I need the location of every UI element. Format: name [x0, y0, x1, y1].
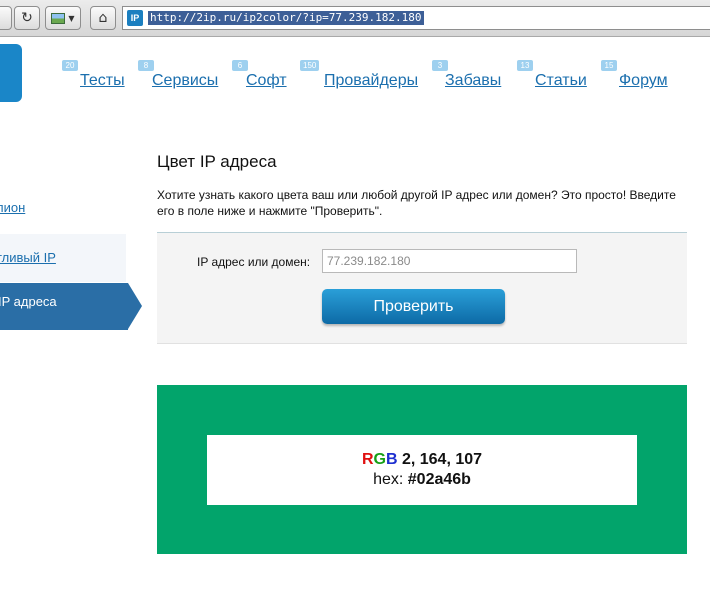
intro-text: Хотите узнать какого цвета ваш или любой… [157, 188, 676, 218]
site-favicon-icon: IP [127, 10, 143, 26]
hex-line: hex: #02a46b [373, 470, 471, 490]
nav-link-articles[interactable]: Статьи [535, 72, 587, 90]
nav-link-software[interactable]: Софт [246, 72, 287, 90]
rgb-r-letter: R [361, 451, 374, 468]
home-icon: ⌂ [98, 10, 108, 26]
nav-link-tests[interactable]: Тесты [80, 72, 125, 90]
nav-count-badge: 13 [517, 60, 533, 71]
ip-field-label: IP адрес или домен: [197, 255, 311, 269]
ip-color-swatch: RGB 2, 164, 107 hex: #02a46b [157, 385, 687, 554]
nav-link-services[interactable]: Сервисы [152, 72, 218, 90]
rgb-line: RGB 2, 164, 107 [362, 450, 482, 470]
reload-button[interactable]: ↻ [14, 6, 40, 30]
rgb-b-letter: B [385, 451, 398, 468]
nav-count-badge: 150 [300, 60, 320, 71]
nav-count-badge: 20 [62, 60, 78, 71]
nav-count-badge: 15 [601, 60, 617, 71]
image-icon [51, 12, 66, 24]
rgb-g-letter: G [373, 451, 386, 468]
hex-value: #02a46b [407, 471, 471, 488]
nav-count-badge: 6 [232, 60, 248, 71]
home-button[interactable]: ⌂ [90, 6, 116, 30]
hex-label: hex: [373, 471, 404, 488]
nav-link-forum[interactable]: Форум [619, 72, 668, 90]
page-title: Цвет IP адреса [157, 152, 277, 171]
sidebar-item-location[interactable]: лион [0, 200, 25, 215]
sidebar-item-label: IP адреса [0, 294, 57, 309]
rgb-value: 2, 164, 107 [401, 451, 483, 468]
result-panel: RGB 2, 164, 107 hex: #02a46b [207, 435, 637, 505]
back-button[interactable] [0, 6, 12, 30]
nav-count-badge: 3 [432, 60, 448, 71]
nav-link-fun[interactable]: Забавы [445, 72, 501, 90]
nav-count-badge: 8 [138, 60, 154, 71]
chevron-down-icon: ▼ [68, 13, 75, 23]
url-text[interactable]: http://2ip.ru/ip2color/?ip=77.239.182.18… [148, 11, 424, 25]
reload-icon: ↻ [21, 10, 33, 26]
browser-toolbar: ↻ ▼ ⌂ IP http://2ip.ru/ip2color/?ip=77.2… [0, 0, 710, 37]
image-menu-button[interactable]: ▼ [45, 6, 81, 30]
sidebar-item-ip-color-active[interactable]: IP адреса [0, 283, 142, 330]
ip-form: IP адрес или домен: Проверить [157, 232, 687, 344]
site-logo[interactable] [0, 44, 22, 102]
address-bar[interactable]: IP http://2ip.ru/ip2color/?ip=77.239.182… [122, 6, 710, 30]
ip-input[interactable] [322, 249, 577, 273]
sidebar-item-suspicious-ip[interactable]: тливый IP [0, 250, 56, 265]
check-button[interactable]: Проверить [322, 289, 505, 324]
nav-link-providers[interactable]: Провайдеры [324, 72, 418, 90]
